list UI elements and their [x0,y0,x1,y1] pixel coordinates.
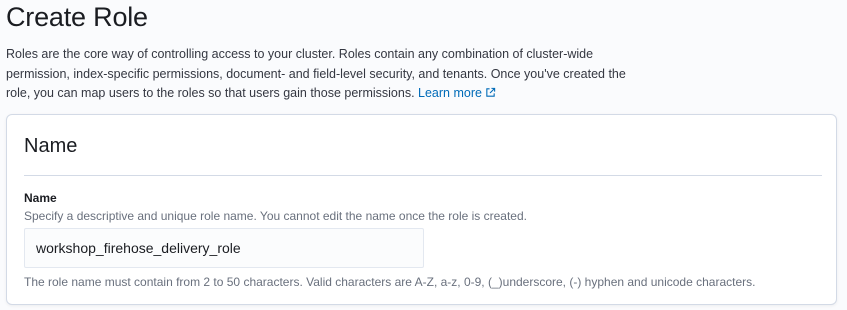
external-link-icon [485,85,496,105]
page-title: Create Role [6,2,148,32]
role-name-input[interactable] [24,228,424,268]
create-role-page: Create Role Roles are the core way of co… [0,0,847,310]
description-text: Roles are the core way of controlling ac… [6,47,626,100]
panel-divider [24,175,822,176]
name-field-help: Specify a descriptive and unique role na… [24,209,527,223]
name-validation-text: The role name must contain from 2 to 50 … [24,275,756,289]
name-field-label: Name [24,191,57,205]
page-description: Roles are the core way of controlling ac… [6,45,626,105]
panel-title: Name [24,135,78,157]
name-panel: Name Name Specify a descriptive and uniq… [6,114,837,305]
learn-more-link[interactable]: Learn more [418,86,496,100]
learn-more-label: Learn more [418,86,482,100]
